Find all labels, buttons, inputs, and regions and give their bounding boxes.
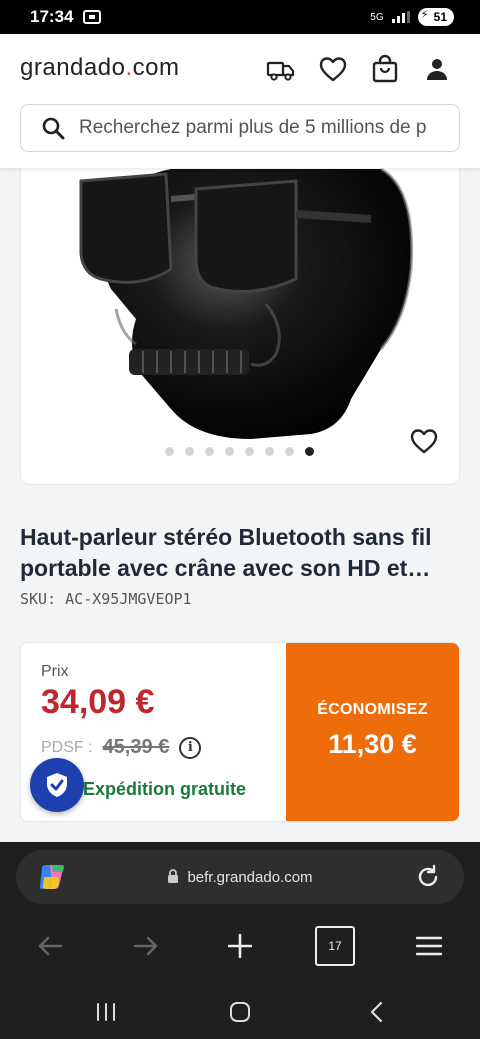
heart-icon[interactable] (318, 54, 348, 84)
url-label: befr.grandado.com (187, 868, 313, 886)
carousel-dot[interactable] (165, 447, 174, 456)
new-tab-icon[interactable] (220, 926, 260, 966)
savings-value: 11,30 € (328, 729, 417, 759)
url-text[interactable]: befr.grandado.com (16, 869, 464, 886)
screenshot-icon (83, 10, 102, 24)
status-bar: 17:34 5G 51 (0, 0, 480, 34)
shield-check-icon (47, 773, 67, 797)
recent-apps-icon[interactable] (86, 992, 126, 1032)
price-card: Prix 34,09 € PDSF : 45,39 € i Expédition… (20, 642, 460, 822)
battery-indicator: 51 (417, 8, 454, 26)
carousel-dot[interactable] (185, 447, 194, 456)
carousel-dot[interactable] (265, 447, 274, 456)
price-label: Prix (41, 663, 69, 680)
info-icon[interactable]: i (179, 736, 202, 759)
product-image-carousel[interactable] (20, 158, 460, 485)
browser-toolbar: befr.grandado.com 17 (0, 842, 480, 1039)
back-system-icon[interactable] (356, 992, 396, 1032)
savings-label: ÉCONOMISEZ (317, 701, 428, 718)
network-label: 5G (370, 11, 384, 23)
site-logo[interactable]: grandado.com (20, 54, 179, 82)
search-placeholder: Recherchez parmi plus de 5 millions de p (79, 117, 427, 138)
carousel-dot[interactable] (245, 447, 254, 456)
product-title: Haut-parleur stéréo Bluetooth sans fil p… (20, 524, 432, 581)
carousel-dot[interactable] (285, 447, 294, 456)
forward-icon[interactable] (126, 926, 166, 966)
site-header: grandado.com Recherchez parmi plus de 5 … (0, 34, 480, 168)
user-icon[interactable] (422, 54, 452, 84)
delivery-truck-icon[interactable] (266, 54, 296, 84)
tabs-button[interactable]: 17 (315, 926, 355, 966)
favorite-heart-icon[interactable] (409, 427, 439, 455)
security-shield-button[interactable] (30, 758, 84, 812)
carousel-dot-active[interactable] (305, 447, 314, 456)
product-sku: SKU: AC-X95JMGVEOP1 (20, 590, 192, 608)
tab-count: 17 (315, 926, 355, 966)
search-input[interactable]: Recherchez parmi plus de 5 millions de p (20, 104, 460, 152)
savings-badge: ÉCONOMISEZ 11,30 € (286, 643, 459, 821)
reload-icon[interactable] (414, 863, 442, 891)
home-icon[interactable] (220, 992, 260, 1032)
free-shipping-label: Expédition gratuite (83, 779, 247, 799)
carousel-dot[interactable] (205, 447, 214, 456)
current-price: 34,09 € (41, 683, 155, 721)
browser-nav-row: 17 (0, 926, 480, 966)
product-image (79, 167, 414, 439)
lock-icon (168, 868, 179, 883)
signal-icon (391, 11, 410, 23)
back-icon[interactable] (30, 926, 70, 966)
rrp-label: PDSF : (41, 738, 93, 756)
rrp-price: 45,39 € (102, 736, 170, 758)
status-time: 17:34 (30, 7, 74, 26)
shopping-bag-icon[interactable] (370, 54, 400, 84)
menu-icon[interactable] (409, 926, 449, 966)
carousel-dot[interactable] (225, 447, 234, 456)
carousel-dots[interactable] (165, 447, 314, 456)
address-bar[interactable]: befr.grandado.com (16, 850, 464, 904)
product-page: Haut-parleur stéréo Bluetooth sans fil p… (0, 158, 480, 842)
system-nav-bar (0, 992, 480, 1032)
search-icon (42, 117, 65, 140)
